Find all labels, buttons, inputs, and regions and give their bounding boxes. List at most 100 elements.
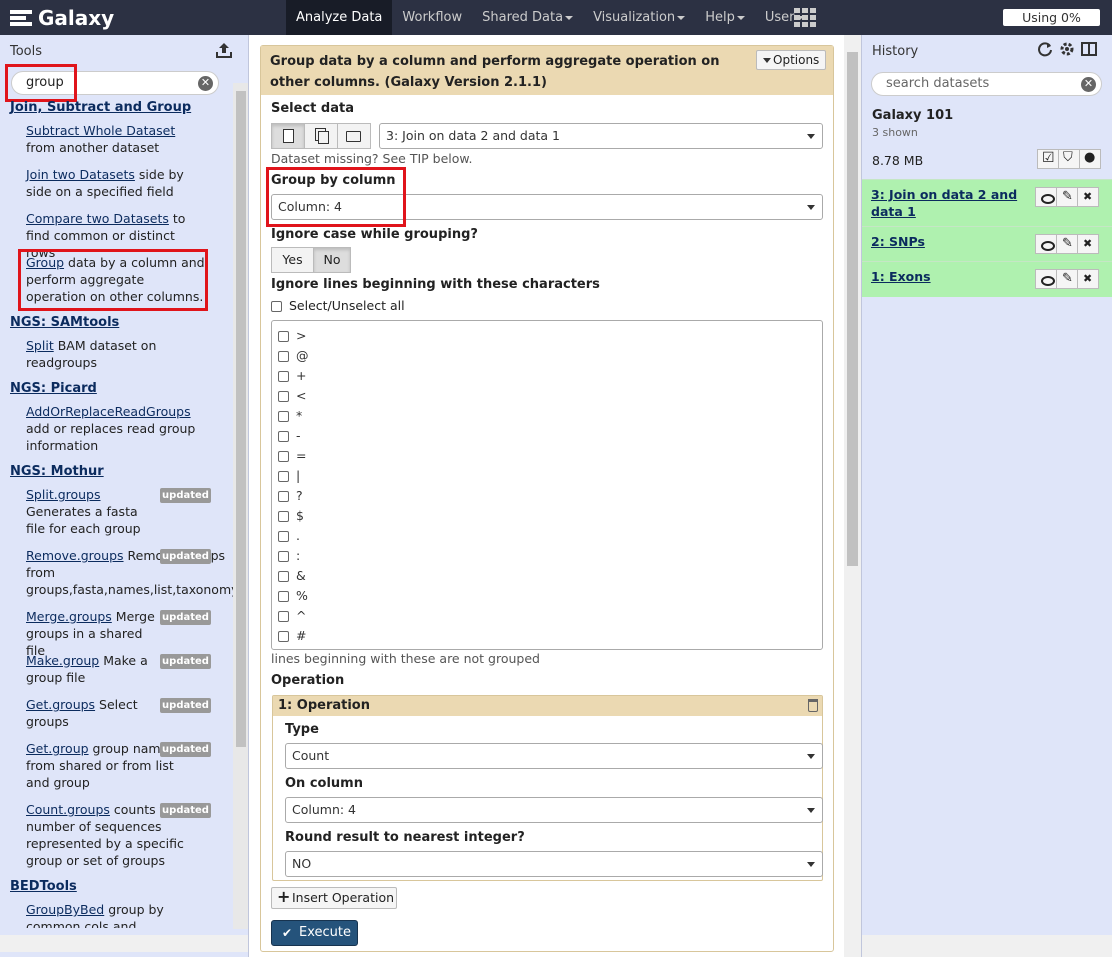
char-option[interactable]: >: [278, 326, 306, 346]
tool-link[interactable]: AddOrReplaceReadGroups: [26, 404, 191, 419]
clear-search-icon[interactable]: ✕: [198, 76, 213, 91]
char-option[interactable]: ^: [278, 606, 306, 626]
eye-icon[interactable]: [1035, 269, 1057, 289]
insert-operation-button[interactable]: Insert Operation: [271, 887, 397, 909]
tool-addorreplacereadgroups[interactable]: AddOrReplaceReadGroups add or replaces r…: [26, 403, 206, 454]
eye-icon[interactable]: [1035, 187, 1057, 207]
type-dropdown[interactable]: Count: [285, 743, 823, 769]
select-all-row[interactable]: Select/Unselect all: [271, 298, 405, 313]
tool-link[interactable]: Remove.groups: [26, 548, 124, 563]
history-dataset[interactable]: 3: Join on data 2 and data 1: [862, 179, 1112, 226]
section-ngs-samtools[interactable]: NGS: SAMtools: [10, 315, 119, 330]
refresh-icon[interactable]: [1037, 41, 1055, 57]
char-checkbox[interactable]: [278, 631, 289, 642]
scroll-thumb[interactable]: [847, 52, 858, 566]
history-hscrollbar[interactable]: [862, 935, 1112, 957]
collection-folder-icon[interactable]: [337, 123, 371, 149]
char-option[interactable]: =: [278, 446, 306, 466]
tool-get-groups[interactable]: Get.groups Select groups: [26, 696, 152, 730]
char-checkbox[interactable]: [278, 371, 289, 382]
char-option[interactable]: *: [278, 406, 302, 426]
select-data-dropdown[interactable]: 3: Join on data 2 and data 1: [379, 123, 823, 149]
section-bedtools[interactable]: BEDTools: [10, 879, 77, 894]
yes-button[interactable]: Yes: [271, 247, 314, 273]
round-dropdown[interactable]: NO: [285, 851, 823, 877]
tool-link[interactable]: Compare two Datasets: [26, 211, 169, 226]
char-checkbox[interactable]: [278, 531, 289, 542]
dataset-title[interactable]: 1: Exons: [871, 268, 1031, 285]
pencil-icon[interactable]: [1056, 187, 1078, 207]
char-checkbox[interactable]: [278, 571, 289, 582]
execute-button[interactable]: Execute: [271, 920, 358, 946]
tool-make-group[interactable]: Make.group Make a group file: [26, 652, 152, 686]
char-checkbox[interactable]: [278, 471, 289, 482]
tool-link[interactable]: Get.group: [26, 741, 89, 756]
tags-icon[interactable]: [1058, 149, 1080, 169]
columns-icon[interactable]: [1081, 41, 1099, 57]
nav-analyze-data[interactable]: Analyze Data: [286, 0, 393, 35]
char-checkbox[interactable]: [278, 551, 289, 562]
char-option[interactable]: &: [278, 566, 306, 586]
char-option[interactable]: @: [278, 346, 309, 366]
center-scrollbar[interactable]: [844, 35, 861, 957]
galaxy-brand[interactable]: Galaxy: [10, 5, 114, 31]
char-checkbox[interactable]: [278, 491, 289, 502]
section-ngs-picard[interactable]: NGS: Picard: [10, 381, 97, 396]
char-checkbox[interactable]: [278, 611, 289, 622]
single-dataset-icon[interactable]: [271, 123, 305, 149]
tools-scrollbar[interactable]: [233, 83, 248, 929]
char-option[interactable]: +: [278, 366, 306, 386]
char-checkbox[interactable]: [278, 451, 289, 462]
tool-link[interactable]: Split: [26, 338, 54, 353]
char-checkbox[interactable]: [278, 331, 289, 342]
tool-link[interactable]: Split.groups: [26, 487, 101, 502]
options-button[interactable]: Options: [756, 50, 826, 70]
section-join-subtract-group[interactable]: Join, Subtract and Group: [10, 100, 191, 115]
dataset-title[interactable]: 3: Join on data 2 and data 1: [871, 186, 1031, 220]
history-name[interactable]: Galaxy 101: [872, 108, 953, 123]
char-option[interactable]: |: [278, 466, 300, 486]
char-option[interactable]: $: [278, 506, 304, 526]
char-option[interactable]: #: [278, 626, 306, 646]
tools-hscrollbar[interactable]: [0, 935, 248, 952]
nav-shared-data[interactable]: Shared Data: [472, 0, 583, 35]
tool-link[interactable]: Join two Datasets: [26, 167, 135, 182]
multiple-datasets-icon[interactable]: [304, 123, 338, 149]
delete-icon[interactable]: [1077, 269, 1099, 289]
dataset-title[interactable]: 2: SNPs: [871, 233, 1031, 250]
char-option[interactable]: %: [278, 586, 308, 606]
history-dataset[interactable]: 1: Exons: [862, 261, 1112, 297]
tool-join-two-datasets[interactable]: Join two Datasets side by side on a spec…: [26, 166, 206, 200]
upload-icon[interactable]: [215, 41, 233, 59]
char-option[interactable]: -: [278, 426, 301, 446]
pencil-icon[interactable]: [1056, 269, 1078, 289]
char-option[interactable]: .: [278, 526, 300, 546]
tool-subtract-whole-dataset[interactable]: Subtract Whole Dataset from another data…: [26, 122, 206, 156]
tool-link[interactable]: Get.groups: [26, 697, 95, 712]
char-checkbox[interactable]: [278, 511, 289, 522]
char-checkbox[interactable]: [278, 411, 289, 422]
gear-icon[interactable]: [1059, 41, 1077, 57]
on-column-dropdown[interactable]: Column: 4: [285, 797, 823, 823]
char-checkbox[interactable]: [278, 391, 289, 402]
select-all-checkbox[interactable]: [271, 301, 282, 312]
trash-icon[interactable]: [808, 699, 818, 712]
nav-workflow[interactable]: Workflow: [392, 0, 472, 35]
scroll-thumb[interactable]: [236, 91, 246, 747]
char-checkbox[interactable]: [278, 431, 289, 442]
apps-grid-icon[interactable]: [794, 8, 816, 27]
tool-split[interactable]: Split BAM dataset on readgroups: [26, 337, 206, 371]
nav-help[interactable]: Help: [695, 0, 755, 35]
history-search-input[interactable]: [886, 76, 1076, 91]
char-checkbox[interactable]: [278, 351, 289, 362]
nav-visualization[interactable]: Visualization: [583, 0, 695, 35]
tool-link[interactable]: Count.groups: [26, 802, 110, 817]
tool-groupbybed[interactable]: GroupByBed group by common cols and summ…: [26, 901, 206, 928]
delete-icon[interactable]: [1077, 187, 1099, 207]
tool-split-groups[interactable]: Split.groups Generates a fasta file for …: [26, 486, 156, 537]
no-button[interactable]: No: [313, 247, 351, 273]
delete-icon[interactable]: [1077, 234, 1099, 254]
history-dataset[interactable]: 2: SNPs: [862, 226, 1112, 261]
tool-link[interactable]: Subtract Whole Dataset: [26, 123, 175, 138]
section-ngs-mothur[interactable]: NGS: Mothur: [10, 464, 104, 479]
